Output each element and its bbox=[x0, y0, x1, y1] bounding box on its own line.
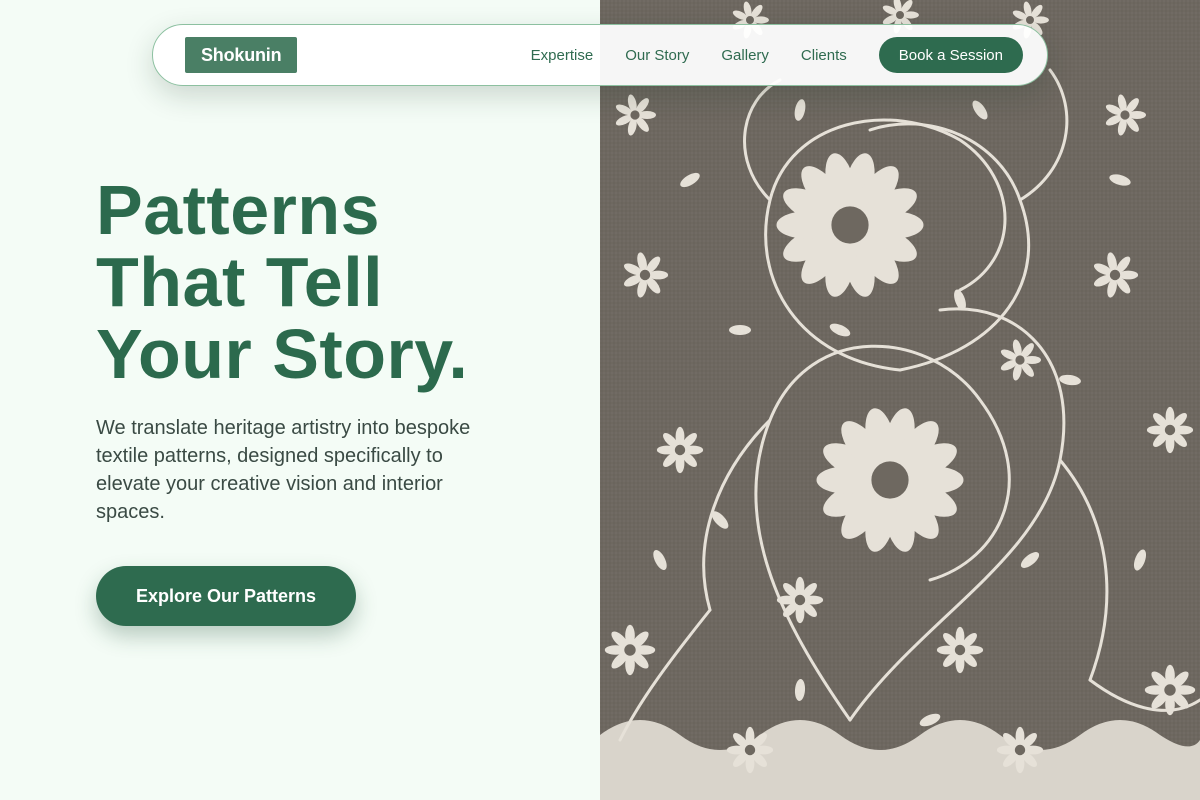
embroidered-floral-textile-image bbox=[600, 0, 1200, 800]
book-session-button[interactable]: Book a Session bbox=[878, 37, 1023, 73]
brand-logo[interactable]: Shokunin bbox=[185, 37, 298, 73]
hero-title: Patterns That Tell Your Story. bbox=[96, 174, 576, 390]
hero-title-line-2: That Tell bbox=[96, 243, 384, 321]
hero-title-line-1: Patterns bbox=[96, 171, 381, 249]
hero-left-panel bbox=[0, 0, 600, 800]
hero-title-line-3: Your Story. bbox=[96, 315, 469, 393]
nav-links: Expertise Our Story Gallery Clients Book… bbox=[531, 37, 1023, 73]
nav-link-gallery[interactable]: Gallery bbox=[721, 47, 769, 64]
nav-link-clients[interactable]: Clients bbox=[801, 47, 847, 64]
nav-link-expertise[interactable]: Expertise bbox=[531, 47, 594, 64]
nav-link-our-story[interactable]: Our Story bbox=[625, 47, 689, 64]
top-navigation: Shokunin Expertise Our Story Gallery Cli… bbox=[152, 24, 1048, 86]
textile-image bbox=[600, 0, 1200, 800]
hero-description: We translate heritage artistry into besp… bbox=[96, 417, 471, 523]
explore-patterns-button[interactable]: Explore Our Patterns bbox=[96, 566, 356, 626]
